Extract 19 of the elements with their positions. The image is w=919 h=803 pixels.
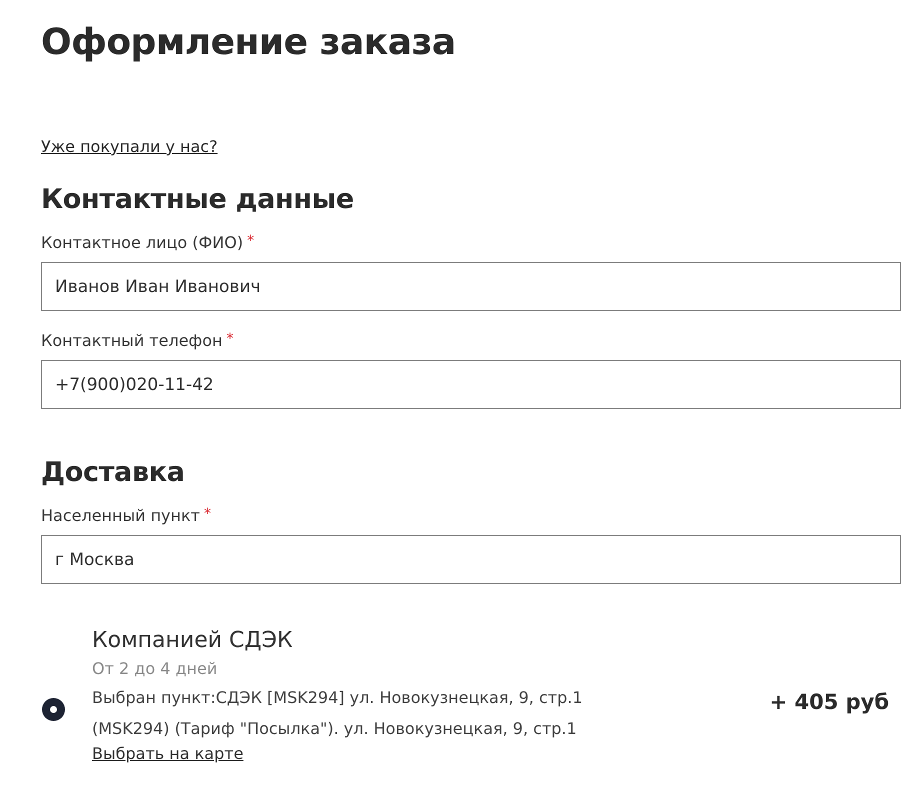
field-label: Населенный пункт [41, 506, 200, 525]
input-field[interactable]: г Москва [41, 535, 901, 584]
returning-customer-link[interactable]: Уже покупали у нас? [41, 137, 218, 156]
required-mark: * [204, 506, 211, 522]
field-label: Контактное лицо (ФИО) [41, 233, 244, 252]
page-title: Оформление заказа [41, 22, 457, 63]
delivery-price: + 405 руб [770, 690, 889, 714]
required-mark: * [247, 233, 254, 249]
choose-on-map-link[interactable]: Выбрать на карте [92, 744, 244, 763]
option-title: Компанией СДЭК [92, 628, 294, 653]
required-mark: * [226, 331, 234, 347]
pickup-point-details: Выбран пункт:СДЭК [MSK294] ул. Новокузнецкая, 9, стр.1 (MSK294) (Тариф "Посылка"). ул. Новокузнецкая, 9, стр.1 [92, 687, 584, 740]
section-heading: Контактные данные [41, 184, 355, 215]
section-heading: Доставка [41, 457, 186, 488]
radio-button[interactable] [42, 698, 65, 721]
field-label: Контактный телефон [41, 331, 222, 350]
input-field[interactable]: Иванов Иван Иванович [41, 262, 901, 311]
delivery-duration: От 2 до 4 дней [92, 659, 218, 678]
input-field[interactable]: +7(900)020-11-42 [41, 360, 901, 409]
